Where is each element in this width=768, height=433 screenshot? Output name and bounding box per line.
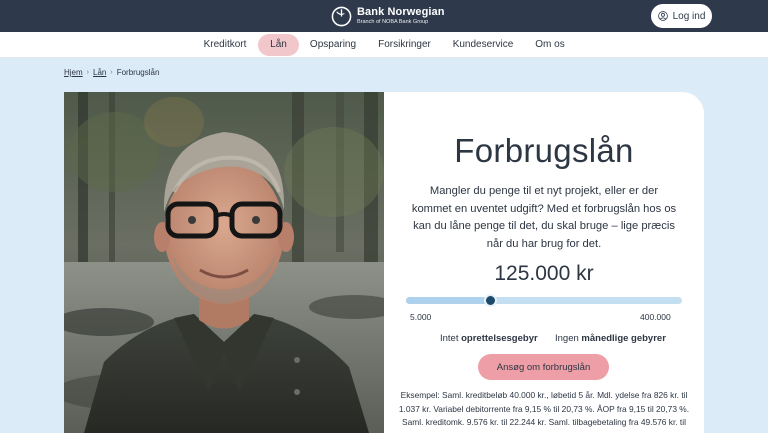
bank-norwegian-logo-icon <box>331 6 352 26</box>
slider-fill <box>406 297 490 304</box>
chevron-right-icon: › <box>86 69 90 76</box>
login-button[interactable]: Log ind <box>651 4 712 28</box>
breadcrumb-home[interactable]: Hjem <box>64 68 83 77</box>
nav-item-kreditkort[interactable]: Kreditkort <box>197 34 253 56</box>
apply-loan-button[interactable]: Ansøg om forbrugslån <box>478 354 609 380</box>
slider-min-label: 5.000 <box>410 312 432 322</box>
breadcrumb-loans[interactable]: Lån <box>93 68 106 77</box>
nav-item-laan[interactable]: Lån <box>258 34 299 56</box>
breadcrumb-current: Forbrugslån <box>116 68 160 77</box>
user-icon <box>657 11 668 21</box>
slider-max-label: 400.000 <box>640 312 671 322</box>
loan-example-text: Eksempel: Saml. kreditbeløb 40.000 kr., … <box>398 390 690 433</box>
feature-no-monthly-fees-bold: månedlige gebyrer <box>581 333 666 344</box>
feature-no-monthly-fees-prefix: Ingen <box>555 333 582 344</box>
top-bar: Bank Norwegian Branch of NOBA Bank Group… <box>0 0 768 32</box>
brand-name: Bank Norwegian <box>357 5 445 18</box>
loan-amount-slider[interactable] <box>406 294 682 307</box>
portrait-photo-icon <box>64 92 384 433</box>
intro-text: Mangler du penge til et nyt projekt, ell… <box>411 185 677 250</box>
feature-no-setup-fee: Intet oprettelsesgebyr <box>440 333 538 344</box>
chevron-right-icon: › <box>110 69 113 76</box>
slider-handle[interactable] <box>484 294 497 307</box>
brand-logo-link[interactable]: Bank Norwegian Branch of NOBA Bank Group <box>331 5 445 27</box>
feature-no-setup-fee-bold: oprettelsesgebyr <box>461 333 538 344</box>
feature-no-monthly-fees: Ingen månedlige gebyrer <box>555 333 666 344</box>
feature-no-setup-fee-prefix: Intet <box>440 333 462 344</box>
main-nav: Kreditkort Lån Opsparing Forsikringer Ku… <box>0 32 768 58</box>
login-label: Log ind <box>672 10 706 22</box>
breadcrumb: Hjem › Lån › Forbrugslån <box>64 68 159 77</box>
nav-item-opsparing[interactable]: Opsparing <box>304 34 362 56</box>
loan-amount-display: 125.000 kr <box>494 262 594 285</box>
brand-text: Bank Norwegian Branch of NOBA Bank Group <box>357 5 445 26</box>
nav-item-kundeservice[interactable]: Kundeservice <box>447 34 519 56</box>
nav-item-forsikringer[interactable]: Forsikringer <box>371 34 438 56</box>
hero-photo <box>64 92 384 433</box>
brand-subtitle: Branch of NOBA Bank Group <box>357 18 429 25</box>
page-title: Forbrugslån <box>454 132 634 169</box>
nav-item-om-os[interactable]: Om os <box>528 34 572 56</box>
